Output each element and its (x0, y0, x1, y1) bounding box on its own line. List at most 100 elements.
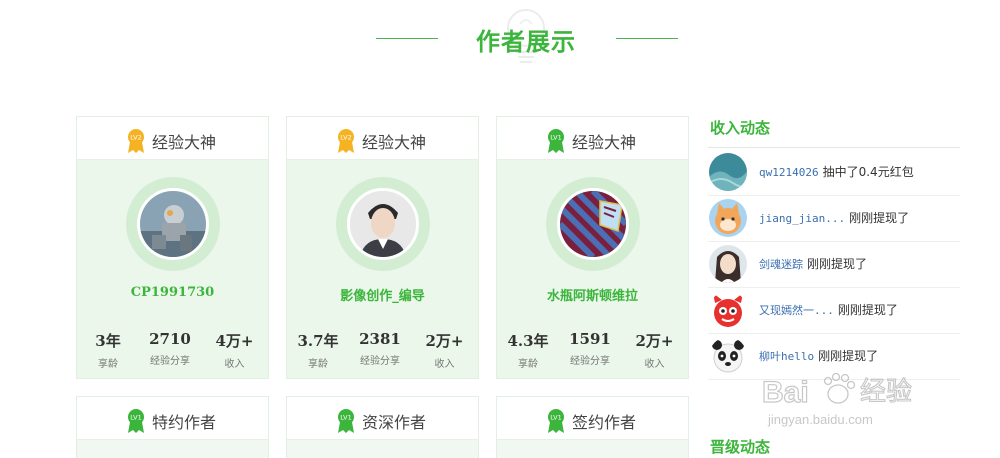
stat-value: 4.3年 (507, 332, 549, 350)
section-title: 作者展示 (476, 28, 576, 56)
avatar[interactable] (137, 188, 209, 260)
avatar[interactable] (709, 199, 747, 237)
feed-action: 刚刚提现了 (818, 349, 879, 363)
card-header: LV2 经验大神 (77, 117, 268, 160)
level-name: 特约作者 (152, 413, 217, 432)
stat-value: 3.7年 (297, 332, 339, 350)
card-header: LV1 特约作者 (77, 397, 268, 440)
feed-user-link[interactable]: 柳叶hello (759, 350, 814, 363)
avatar[interactable] (557, 188, 629, 260)
author-name[interactable]: 影像创作_编导 (287, 285, 478, 304)
watermark-brand-cn: 经验 (860, 377, 912, 407)
stat-tenure: 4.3年 享龄 (497, 330, 559, 370)
avatar[interactable] (347, 188, 419, 260)
feed-user-link[interactable]: 又现嫣然一... (759, 304, 834, 317)
avatar-ring (126, 177, 220, 271)
baidu-jingyan-watermark: Bai 经验 jingyan.baidu.com (760, 370, 950, 430)
level-tag: LV1 (130, 414, 142, 422)
stat-tenure: 3年 享龄 (77, 330, 139, 370)
stat-shares: 2381 经验分享 (349, 330, 411, 370)
stat-label: 经验分享 (360, 356, 400, 367)
feed-text: 又现嫣然一... 刚刚提现了 (759, 301, 898, 318)
avatar-ring (336, 177, 430, 271)
stat-income: 4万+ 收入 (201, 330, 268, 370)
feed-action: 刚刚提现了 (849, 211, 910, 225)
card-body (497, 440, 688, 458)
author-name[interactable]: 水瓶阿斯顿维拉 (497, 285, 688, 304)
author-card[interactable]: LV2 经验大神 影像创作_编导 3.7年 享龄 2381 经验分享 2万+ 收… (286, 116, 479, 379)
author-card[interactable]: LV2 经验大神 CP1991730 3年 享龄 2710 经验分享 4万+ 收… (76, 116, 269, 379)
title-divider-right (616, 38, 678, 39)
author-stats: 3年 享龄 2710 经验分享 4万+ 收入 (77, 330, 268, 370)
watermark-brand: Bai (762, 376, 809, 409)
avatar[interactable] (709, 245, 747, 283)
avatar[interactable] (709, 153, 747, 191)
card-body (287, 440, 478, 458)
author-card[interactable]: LV1 经验大神 水瓶阿斯顿维拉 4.3年 享龄 1591 经验分享 2万+ 收… (496, 116, 689, 379)
card-body: 水瓶阿斯顿维拉 4.3年 享龄 1591 经验分享 2万+ 收入 (497, 160, 688, 378)
feed-item[interactable]: qw1214026 抽中了0.4元红包 (708, 150, 960, 196)
panda-avatar-image (709, 337, 747, 375)
level-name: 签约作者 (572, 413, 637, 432)
stat-label: 享龄 (98, 359, 118, 370)
feed-user-link[interactable]: qw1214026 (759, 166, 819, 179)
stat-value: 2710 (149, 330, 191, 348)
level-tag: LV1 (550, 134, 562, 142)
card-body: 影像创作_编导 3.7年 享龄 2381 经验分享 2万+ 收入 (287, 160, 478, 378)
author-name[interactable]: CP1991730 (77, 285, 268, 300)
stat-value: 2381 (359, 330, 401, 348)
portrait-avatar-image (350, 191, 416, 257)
level-tag: LV1 (550, 414, 562, 422)
stat-value: 2万+ (425, 332, 464, 350)
avatar-ring (546, 177, 640, 271)
avatar[interactable] (709, 337, 747, 375)
level-tag: LV2 (340, 134, 352, 142)
paw-icon (823, 372, 856, 404)
stat-tenure: 3.7年 享龄 (287, 330, 349, 370)
feed-text: 剑魂迷踪 刚刚提现了 (759, 255, 867, 272)
card-header: LV2 经验大神 (287, 117, 478, 160)
level-name: 经验大神 (572, 133, 637, 152)
stat-label: 享龄 (308, 359, 328, 370)
girl-portrait-avatar-image (709, 245, 747, 283)
author-stats: 4.3年 享龄 1591 经验分享 2万+ 收入 (497, 330, 688, 370)
stat-value: 3年 (95, 332, 121, 350)
feed-action: 抽中了0.4元红包 (822, 165, 914, 179)
card-body: CP1991730 3年 享龄 2710 经验分享 4万+ 收入 (77, 160, 268, 378)
stat-income: 2万+ 收入 (621, 330, 688, 370)
stat-income: 2万+ 收入 (411, 330, 478, 370)
feed-item[interactable]: 又现嫣然一... 刚刚提现了 (708, 288, 960, 334)
stat-value: 4万+ (215, 332, 254, 350)
card-header: LV1 签约作者 (497, 397, 688, 440)
section-header: 作者展示 (0, 0, 1000, 80)
green-medal-icon: LV1 (338, 409, 354, 433)
author-stats: 3.7年 享龄 2381 经验分享 2万+ 收入 (287, 330, 478, 370)
feed-item[interactable]: jiang_jian... 刚刚提现了 (708, 196, 960, 242)
feed-text: 柳叶hello 刚刚提现了 (759, 347, 878, 364)
gold-medal-icon: LV2 (128, 129, 144, 153)
robot-avatar-image (140, 191, 206, 257)
stat-label: 享龄 (518, 359, 538, 370)
feed-text: jiang_jian... 刚刚提现了 (759, 209, 909, 226)
card-header: LV1 经验大神 (497, 117, 688, 160)
feed-user-link[interactable]: 剑魂迷踪 (759, 258, 803, 271)
level-tag: LV1 (340, 414, 352, 422)
level-name: 经验大神 (152, 133, 217, 152)
stat-shares: 1591 经验分享 (559, 330, 621, 370)
promotion-feed-title: 晋级动态 (710, 438, 771, 456)
author-card[interactable]: LV1 签约作者 (496, 396, 689, 458)
feed-item[interactable]: 剑魂迷踪 刚刚提现了 (708, 242, 960, 288)
card-body (77, 440, 268, 458)
watermark-logo: Bai 经验 jingyan.baidu.com (761, 372, 913, 427)
cartoon-cat-avatar-image (709, 199, 747, 237)
avatar[interactable] (709, 291, 747, 329)
title-divider-left (376, 38, 438, 39)
author-card[interactable]: LV1 资深作者 (286, 396, 479, 458)
feed-user-link[interactable]: jiang_jian... (759, 212, 845, 225)
author-card[interactable]: LV1 特约作者 (76, 396, 269, 458)
stat-value: 2万+ (635, 332, 674, 350)
feed-action: 刚刚提现了 (837, 303, 898, 317)
stat-value: 1591 (569, 330, 611, 348)
green-medal-icon: LV1 (548, 409, 564, 433)
feed-text: qw1214026 抽中了0.4元红包 (759, 163, 914, 180)
